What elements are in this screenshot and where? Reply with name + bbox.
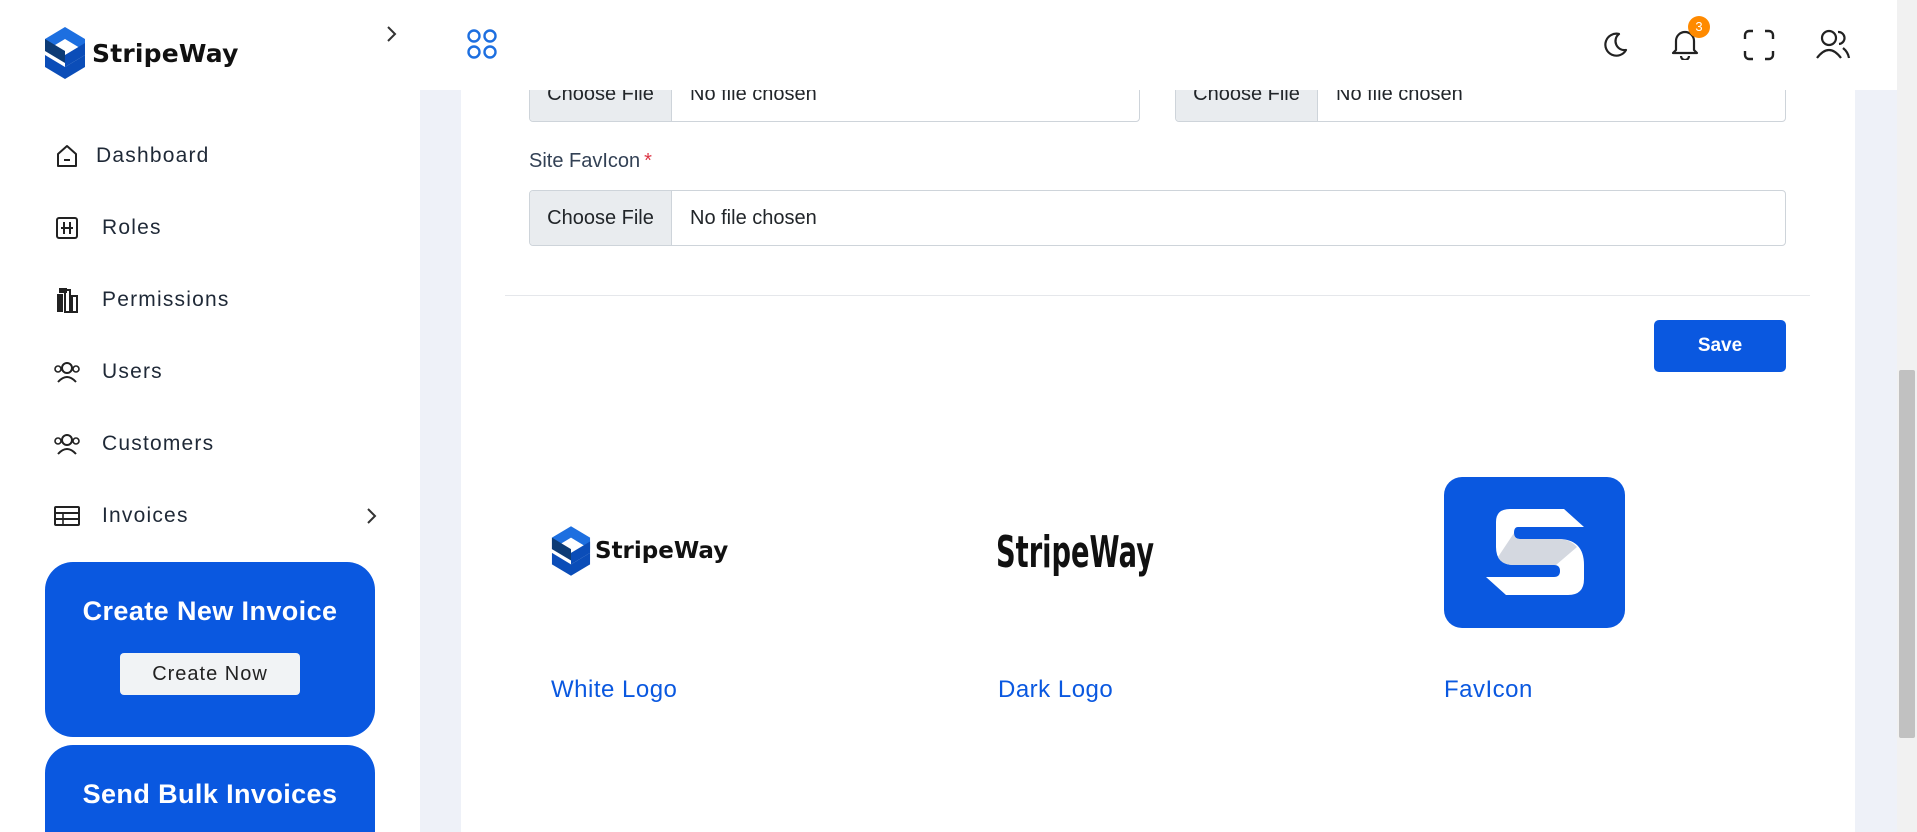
dark-logo-preview: StripeWay (996, 475, 1173, 630)
sidebar-item-label: Users (102, 360, 163, 383)
dark-logo-label: Dark Logo (998, 676, 1114, 703)
moon-icon[interactable] (1600, 30, 1630, 60)
notification-badge: 3 (1688, 16, 1710, 38)
favicon-label-text: Site FavIcon (529, 150, 641, 172)
permissions-icon (52, 285, 82, 315)
sidebar-item-customers[interactable]: Customers (52, 424, 382, 464)
sidebar-item-dashboard[interactable]: Dashboard (52, 136, 382, 176)
chevron-right-icon (367, 508, 377, 524)
fullscreen-icon[interactable] (1743, 29, 1775, 61)
scrollbar-thumb[interactable] (1899, 370, 1915, 738)
users-icon (52, 357, 82, 387)
favicon-preview (1444, 477, 1625, 628)
form-divider (505, 295, 1810, 296)
stripeway-logo-icon (45, 27, 85, 79)
sidebar: StripeWay Dashboard Roles Permissions Us… (0, 0, 420, 832)
dashboard-icon (52, 141, 82, 171)
file-status: No file chosen (690, 206, 817, 229)
invoices-icon (52, 501, 82, 531)
sidebar-item-label: Roles (102, 216, 162, 239)
chevron-right-icon[interactable] (382, 22, 402, 46)
brand-name: StripeWay (92, 38, 239, 68)
sidebar-item-label: Customers (102, 432, 215, 455)
promo-title: Send Bulk Invoices (82, 779, 338, 809)
white-logo-preview: StripeWay (551, 525, 728, 577)
create-invoice-promo: Create New Invoice Create Now (45, 562, 375, 737)
required-marker: * (644, 150, 652, 172)
stripeway-logo-icon (551, 526, 591, 576)
customers-icon (52, 429, 82, 459)
logo-wordmark: StripeWay (996, 527, 1154, 578)
bulk-invoices-promo: Send Bulk Invoices (45, 745, 375, 832)
brand-logo[interactable]: StripeWay (44, 26, 239, 80)
white-logo-label: White Logo (551, 676, 678, 703)
sidebar-item-roles[interactable]: Roles (52, 208, 382, 248)
favicon-field-label: Site FavIcon * (529, 150, 652, 173)
sidebar-item-label: Invoices (102, 504, 189, 527)
save-button[interactable]: Save (1654, 320, 1786, 372)
choose-file-button[interactable]: Choose File (530, 191, 672, 245)
sidebar-item-label: Permissions (102, 288, 230, 311)
stripeway-favicon-icon (1486, 509, 1584, 595)
favicon-label: FavIcon (1444, 676, 1533, 703)
create-now-button[interactable]: Create Now (120, 653, 300, 695)
user-icon[interactable] (1815, 28, 1851, 60)
promo-title: Create New Invoice (82, 596, 338, 626)
apps-grid-icon[interactable] (466, 28, 498, 60)
sidebar-item-label: Dashboard (96, 144, 210, 167)
roles-icon (52, 213, 82, 243)
sidebar-item-invoices[interactable]: Invoices (52, 496, 382, 536)
sidebar-item-permissions[interactable]: Permissions (52, 280, 382, 320)
sidebar-item-users[interactable]: Users (52, 352, 382, 392)
logo-wordmark: StripeWay (595, 538, 729, 564)
favicon-file-input[interactable]: Choose File No file chosen (529, 190, 1786, 246)
